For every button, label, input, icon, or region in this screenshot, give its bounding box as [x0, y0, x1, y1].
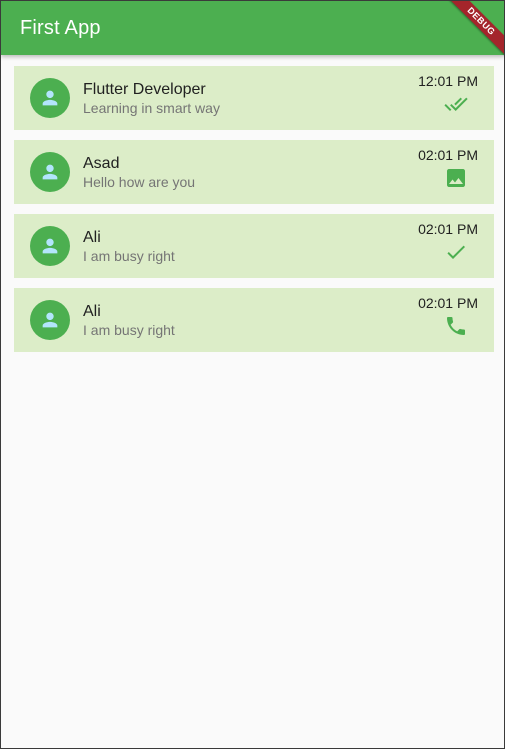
debug-banner-label: DEBUG	[444, 1, 504, 58]
chat-meta: 12:01 PM	[408, 73, 478, 116]
phone-icon	[447, 317, 465, 335]
avatar	[30, 152, 70, 192]
app-bar: First App DEBUG	[1, 1, 504, 58]
debug-banner: DEBUG	[444, 1, 504, 61]
person-icon	[42, 164, 58, 180]
person-icon	[42, 238, 58, 254]
avatar	[30, 300, 70, 340]
chat-meta: 02:01 PM	[408, 221, 478, 264]
chat-list: Flutter Developer Learning in smart way …	[1, 55, 504, 352]
chat-list-item[interactable]: Ali I am busy right 02:01 PM	[14, 288, 494, 352]
app-window: First App DEBUG Flutter Developer Learni…	[0, 0, 505, 749]
message-time: 02:01 PM	[418, 295, 478, 311]
app-bar-title: First App	[20, 16, 101, 39]
chat-list-item[interactable]: Flutter Developer Learning in smart way …	[14, 66, 494, 130]
person-icon	[42, 90, 58, 106]
message-time: 02:01 PM	[418, 221, 478, 237]
chat-meta: 02:01 PM	[408, 147, 478, 190]
message-time: 12:01 PM	[418, 73, 478, 89]
avatar	[30, 78, 70, 118]
person-icon	[42, 312, 58, 328]
chat-list-item[interactable]: Asad Hello how are you 02:01 PM	[14, 140, 494, 204]
chat-meta: 02:01 PM	[408, 295, 478, 338]
avatar	[30, 226, 70, 266]
chat-list-item[interactable]: Ali I am busy right 02:01 PM	[14, 214, 494, 278]
message-time: 02:01 PM	[418, 147, 478, 163]
check-icon	[447, 245, 465, 259]
image-icon	[447, 169, 465, 187]
done-all-icon	[444, 97, 468, 111]
